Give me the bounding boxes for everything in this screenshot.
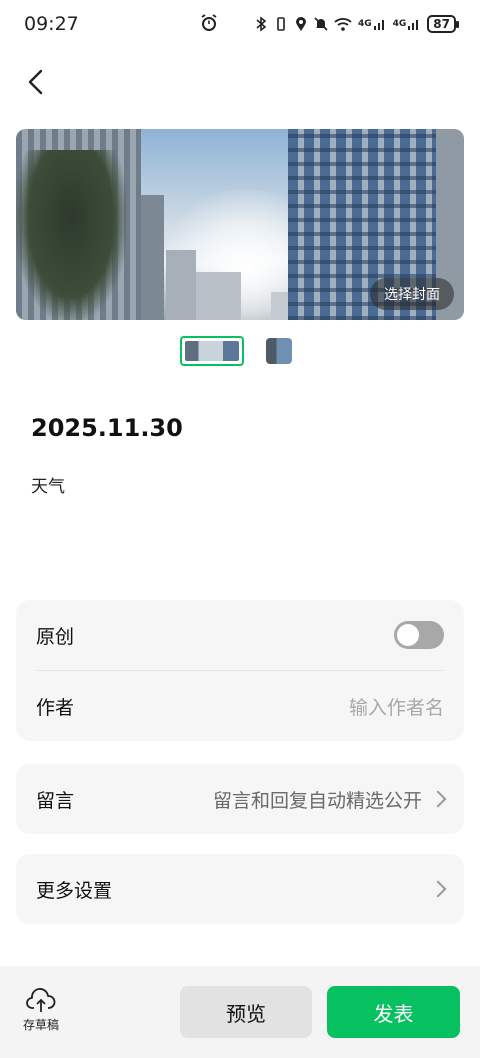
thumbnail[interactable]: [266, 338, 292, 364]
image-thumbnails: [180, 336, 292, 366]
select-cover-button[interactable]: 选择封面: [370, 278, 454, 310]
status-icons: 4G 4G 87: [254, 15, 459, 33]
original-label: 原创: [36, 625, 75, 648]
author-label: 作者: [36, 696, 75, 719]
save-draft-button[interactable]: 存草稿: [20, 988, 62, 1033]
bottom-action-bar: 存草稿 预览 发表: [0, 966, 480, 1058]
network-type-2: 4G: [392, 19, 407, 29]
mute-bell-icon: [314, 16, 328, 32]
location-icon: [294, 16, 308, 32]
original-toggle[interactable]: [394, 621, 444, 649]
article-title[interactable]: 2025.11.30: [31, 414, 183, 442]
status-time: 09:27: [24, 13, 79, 35]
status-bar: 09:27 4G 4G 87: [0, 0, 480, 48]
vibrate-icon: [274, 16, 288, 32]
comments-value: 留言和回复自动精选公开: [212, 789, 422, 812]
battery-indicator: 87: [427, 15, 459, 33]
signal-icon-2: 4G: [393, 16, 422, 32]
back-button[interactable]: [18, 64, 54, 100]
chevron-right-icon: [429, 790, 447, 808]
alarm-icon: [200, 14, 218, 36]
comments-row[interactable]: 留言 留言和回复自动精选公开: [16, 764, 464, 834]
back-arrow-icon: [28, 69, 43, 95]
thumbnail-selected[interactable]: [180, 336, 244, 366]
save-draft-label: 存草稿: [22, 1018, 59, 1032]
more-settings-card[interactable]: 更多设置: [16, 854, 464, 924]
settings-card-original-author: 原创 作者 输入作者名: [16, 600, 464, 741]
network-type-1: 4G: [357, 19, 372, 29]
wifi-icon: [334, 16, 352, 32]
cover-image[interactable]: 选择封面: [16, 129, 464, 320]
comments-label: 留言: [36, 789, 75, 812]
publish-button[interactable]: 发表: [327, 986, 460, 1038]
preview-button[interactable]: 预览: [180, 986, 312, 1038]
more-settings-label: 更多设置: [36, 879, 113, 902]
article-body[interactable]: 天气: [31, 472, 65, 497]
author-input[interactable]: 输入作者名: [349, 693, 444, 720]
comments-card[interactable]: 留言 留言和回复自动精选公开: [16, 764, 464, 834]
author-row[interactable]: 作者 输入作者名: [16, 671, 464, 741]
original-row: 原创: [16, 600, 464, 670]
cloud-upload-icon: [26, 988, 56, 1012]
signal-icon-1: 4G: [358, 16, 387, 32]
more-settings-row[interactable]: 更多设置: [16, 854, 464, 924]
chevron-right-icon: [429, 880, 447, 898]
bluetooth-icon: [254, 16, 268, 32]
